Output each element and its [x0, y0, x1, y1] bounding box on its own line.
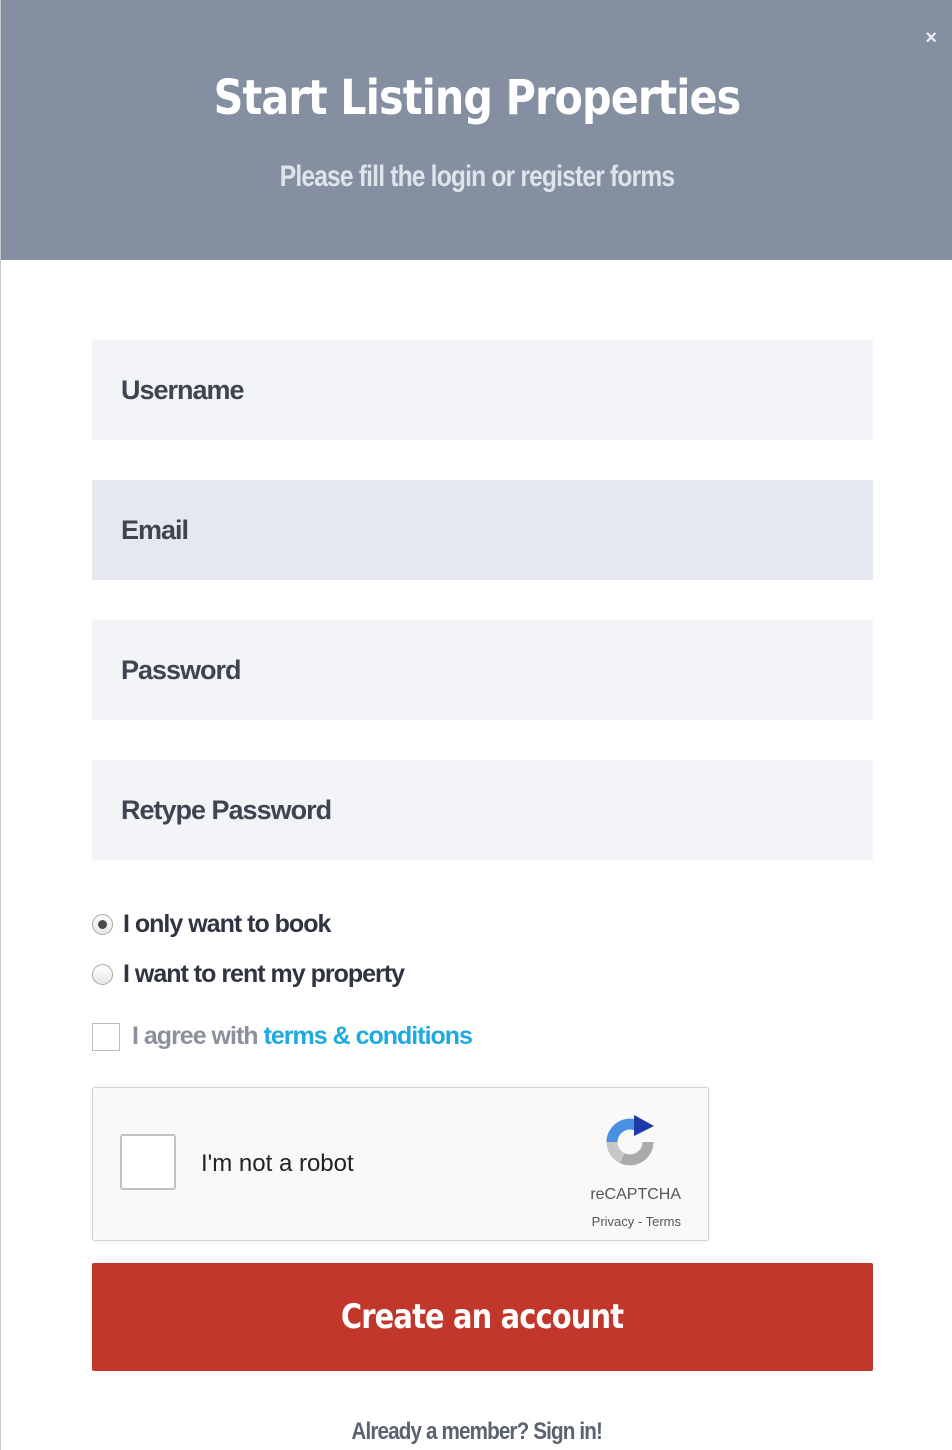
radio-button-rent[interactable] [92, 964, 113, 985]
signin-link[interactable]: Already a member? Sign in! [352, 1418, 603, 1446]
radio-option-book[interactable]: I only want to book [92, 910, 331, 939]
register-modal: × Start Listing Properties Please fill t… [0, 0, 952, 1450]
username-input[interactable] [92, 340, 873, 440]
recaptcha-checkbox[interactable] [120, 1134, 176, 1190]
close-icon[interactable]: × [925, 28, 937, 48]
recaptcha-brand: reCAPTCHA [590, 1186, 681, 1203]
create-account-label: Create an account [341, 1297, 624, 1337]
radio-label-book: I only want to book [123, 910, 331, 938]
radio-option-rent[interactable]: I want to rent my property [92, 960, 405, 989]
terms-label: I agree with [132, 1022, 259, 1050]
radio-label-rent: I want to rent my property [123, 960, 405, 988]
email-input[interactable] [92, 480, 873, 580]
terms-row: I agree with terms & conditions [92, 1022, 473, 1051]
password-input[interactable] [92, 620, 873, 720]
signin-link-container: Already a member? Sign in! [1, 1418, 952, 1446]
terms-link[interactable]: terms & conditions [264, 1022, 473, 1051]
create-account-button[interactable]: Create an account [92, 1263, 873, 1371]
radio-button-book[interactable] [92, 914, 113, 935]
modal-header: × Start Listing Properties Please fill t… [1, 0, 952, 260]
recaptcha-widget: I'm not a robot reCAPTCHA Privacy - Term… [92, 1087, 709, 1241]
recaptcha-logo-icon [606, 1115, 654, 1166]
retype-password-input[interactable] [92, 760, 873, 860]
modal-title: Start Listing Properties [213, 70, 742, 126]
recaptcha-privacy-terms-links[interactable]: Privacy - Terms [592, 1214, 681, 1229]
terms-checkbox[interactable] [92, 1022, 120, 1051]
modal-subtitle: Please fill the login or register forms [279, 160, 675, 193]
recaptcha-label: I'm not a robot [201, 1150, 354, 1177]
